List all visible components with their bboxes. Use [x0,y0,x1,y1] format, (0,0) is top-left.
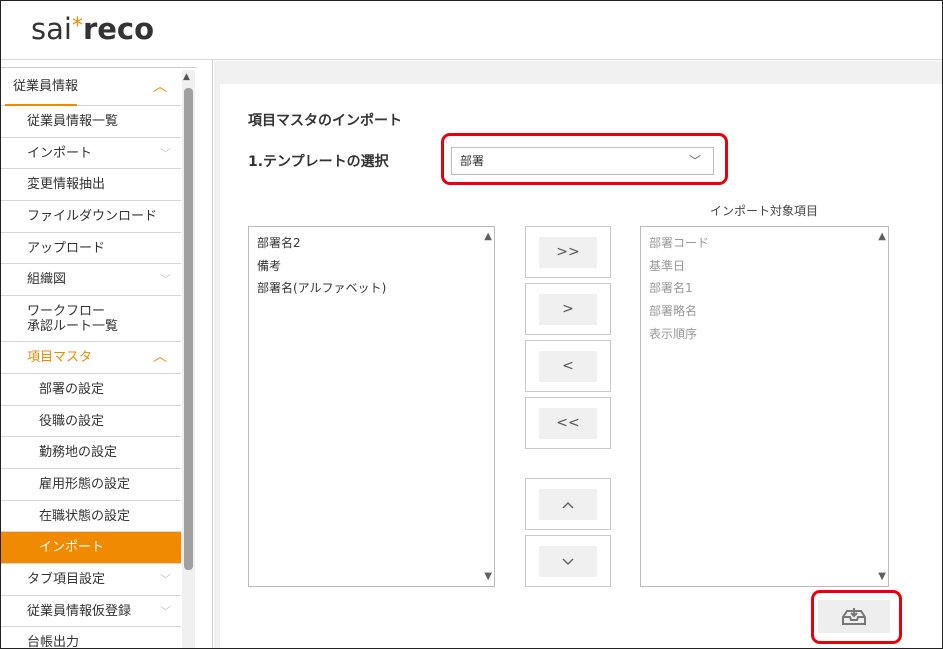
sidebar-subitem-workplace[interactable]: 勤務地の設定 [1,437,181,469]
move-down-button[interactable] [525,535,611,587]
sidebar-item-org-chart[interactable]: 組織図 ﹀ [1,264,181,297]
sidebar-item-label: ファイルダウンロード [27,209,158,225]
sidebar-item-label-line2: 承認ルート一覧 [27,319,119,335]
sidebar-menu: 従業員情報 ︿ 従業員情報一覧 インポート ﹀ 変更情報抽出 ファイルダウンロード… [1,69,181,648]
highlight-template-select [441,133,728,185]
sidebar-item-label: アップロード [27,240,106,256]
scroll-down-arrow-icon[interactable]: ▼ [878,571,886,582]
remove-all-button[interactable]: << [525,397,611,449]
remove-label: < [539,351,597,382]
sidebar-item-provisional-registration[interactable]: 従業員情報仮登録 ﹀ [1,596,181,628]
template-label: 1.テンプレートの選択 [248,154,389,170]
logo-text-sai: sai [31,12,72,46]
sidebar-item-upload[interactable]: アップロード [1,233,181,265]
sidebar-item-item-master[interactable]: 項目マスタ ︿ [1,342,181,374]
sidebar-item-label: 従業員情報一覧 [27,114,119,129]
sidebar-item-change-extract[interactable]: 変更情報抽出 [1,169,181,202]
chevron-down-icon: ﹀ [160,146,171,160]
sidebar-subitem-employment-status[interactable]: 在職状態の設定 [1,501,181,533]
page-title: 項目マスタのインポート [248,113,402,129]
list-item[interactable]: 部署コード [641,232,888,255]
chevron-up-icon [562,501,574,509]
sidebar-item-label: 勤務地の設定 [39,445,118,461]
available-items-list[interactable]: 部署名2 備考 部署名(アルファベット) ▲ ▼ [248,226,495,587]
sidebar-item-employee-list[interactable]: 従業員情報一覧 [1,106,181,138]
sidebar-item-workflow-routes[interactable]: ワークフロー 承認ルート一覧 [1,296,181,343]
move-up-label [539,489,597,520]
scroll-up-arrow-icon[interactable]: ▲ [183,72,190,82]
list-item[interactable]: 部署略名 [641,300,888,323]
sidebar-subitem-position[interactable]: 役職の設定 [1,406,181,438]
chevron-down-icon: ﹀ [160,273,171,287]
sidebar-section-employee-info[interactable]: 従業員情報 ︿ [1,69,181,106]
sidebar-item-label: インポート [27,145,93,161]
sidebar-item-ledger-output[interactable]: 台帳出力 [1,627,181,648]
remove-button[interactable]: < [525,340,611,392]
sidebar-section-label: 従業員情報 [13,79,79,94]
list-item[interactable]: 基準日 [641,255,888,278]
logo-text-reco: reco [82,12,155,46]
sidebar-item-label-line1: ワークフロー [27,304,106,320]
scroll-up-arrow-icon[interactable]: ▲ [878,231,886,242]
add-all-button[interactable]: >> [525,226,611,278]
sidebar-subitem-import-active[interactable]: インポート [1,532,181,564]
sidebar-item-label: タブ項目設定 [27,571,106,587]
list-item[interactable]: 備考 [249,255,494,278]
sidebar-item-label: 台帳出力 [27,635,80,648]
sidebar-item-label: インポート [39,540,105,556]
sidebar-item-label: 変更情報抽出 [27,177,106,193]
target-items-list[interactable]: 部署コード 基準日 部署名1 部署略名 表示順序 ▲ ▼ [640,226,889,587]
sidebar-subitem-employment-type[interactable]: 雇用形態の設定 [1,469,181,501]
remove-all-label: << [539,408,597,439]
target-list-title: インポート対象項目 [709,204,818,218]
sidebar-item-file-download[interactable]: ファイルダウンロード [1,201,181,233]
move-down-label [539,546,597,577]
list-item[interactable]: 部署名(アルファベット) [249,277,494,300]
add-button[interactable]: > [525,283,611,335]
add-all-label: >> [539,237,597,268]
sidebar-scroll-thumb[interactable] [184,88,193,570]
sidebar-item-label: 項目マスタ [27,350,93,366]
chevron-down-icon: ﹀ [160,572,171,586]
scroll-up-arrow-icon[interactable]: ▲ [484,231,492,242]
chevron-down-icon: ﹀ [160,604,171,618]
app-logo[interactable]: sai*reco [31,12,154,46]
sidebar-item-label: 組織図 [27,272,67,288]
add-label: > [539,294,597,325]
move-up-button[interactable] [525,478,611,530]
sidebar-item-tab-settings[interactable]: タブ項目設定 ﹀ [1,564,181,596]
scroll-down-arrow-icon[interactable]: ▼ [484,571,492,582]
sidebar: 従業員情報 ︿ 従業員情報一覧 インポート ﹀ 変更情報抽出 ファイルダウンロード… [1,60,213,648]
sidebar-item-label: 雇用形態の設定 [39,476,131,492]
highlight-download-button [811,590,902,644]
chevron-down-icon [562,558,574,566]
sidebar-item-label: 在職状態の設定 [39,508,131,524]
list-item[interactable]: 表示順序 [641,323,888,346]
sidebar-item-import[interactable]: インポート ﹀ [1,138,181,170]
app-header: sai*reco [1,1,942,60]
sidebar-item-label: 従業員情報仮登録 [27,603,132,619]
list-item[interactable]: 部署名2 [249,232,494,255]
chevron-up-icon: ︿ [153,79,167,95]
sidebar-item-label: 部署の設定 [39,381,105,397]
sidebar-top-divider [1,60,197,68]
sidebar-subitem-department[interactable]: 部署の設定 [1,374,181,406]
sidebar-item-label: 役職の設定 [39,413,105,429]
chevron-up-icon: ︿ [153,349,167,366]
list-item[interactable]: 部署名1 [641,277,888,300]
logo-star: * [71,14,83,39]
